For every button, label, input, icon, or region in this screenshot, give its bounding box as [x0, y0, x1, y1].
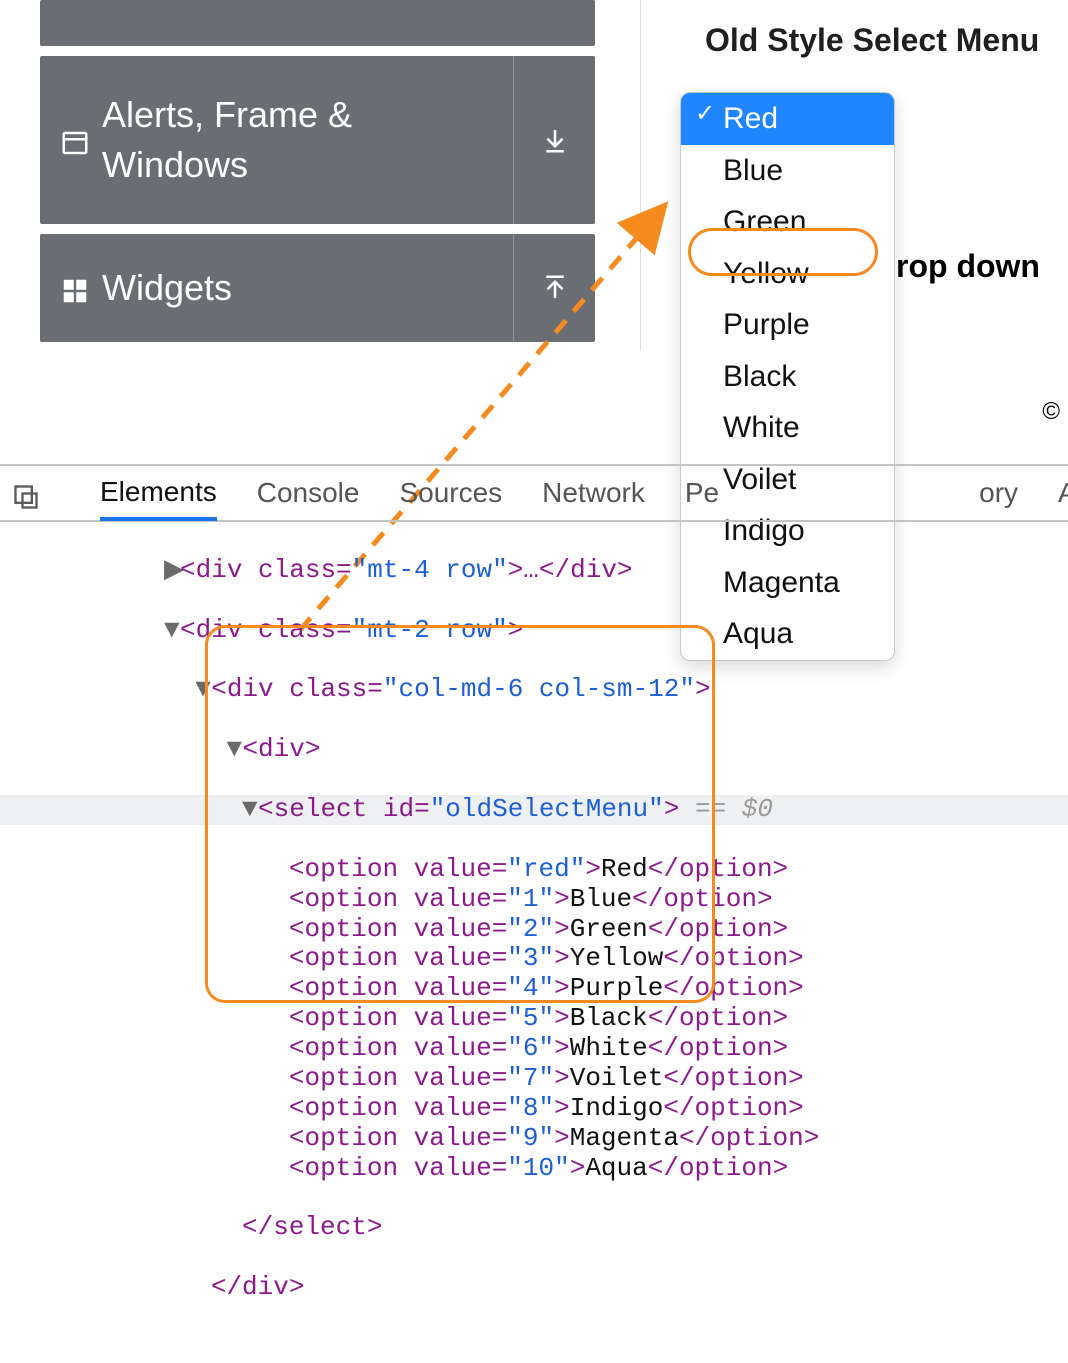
- dom-attr-value: "mt-2 row": [352, 615, 508, 645]
- dom-option-node[interactable]: <option value="red">Red</option>: [0, 855, 1068, 885]
- dom-attr-value: "col-md-6 col-sm-12": [383, 674, 695, 704]
- select-option[interactable]: Green: [681, 196, 894, 248]
- devtools-tabs: Elements Console Sources Network Pe ory …: [0, 466, 1068, 522]
- tab-application[interactable]: Applicati: [1058, 466, 1068, 520]
- tab-elements[interactable]: Elements: [100, 467, 217, 521]
- disclosure-triangle-icon[interactable]: ▼: [242, 795, 258, 825]
- tab-network[interactable]: Network: [542, 466, 645, 520]
- copyright: ©: [1042, 398, 1060, 426]
- dom-option-node[interactable]: <option value="3">Yellow</option>: [0, 944, 1068, 974]
- dom-option-node[interactable]: <option value="8">Indigo</option>: [0, 1094, 1068, 1124]
- sidebar-item-label-2: Windows: [102, 140, 352, 190]
- inspect-element-button[interactable]: [8, 479, 44, 515]
- dom-tag[interactable]: <div class=: [180, 555, 352, 585]
- sidebar-item-label: Widgets: [102, 267, 232, 309]
- dom-tag: >: [695, 674, 711, 704]
- dom-tag: >: [508, 615, 524, 645]
- disclosure-triangle-icon[interactable]: ▼: [195, 675, 211, 705]
- dom-tag[interactable]: <div class=: [180, 615, 352, 645]
- widgets-icon: [60, 273, 90, 303]
- dom-option-node[interactable]: <option value="10">Aqua</option>: [0, 1154, 1068, 1184]
- sidebar-item-alerts-frame-windows[interactable]: Alerts, Frame & Windows: [40, 56, 595, 224]
- dom-tag: >…</div>: [508, 555, 633, 585]
- select-option[interactable]: Blue: [681, 145, 894, 197]
- select-option[interactable]: Purple: [681, 299, 894, 351]
- dom-selected-marker: ==: [679, 794, 741, 824]
- disclosure-triangle-icon[interactable]: ▼: [164, 616, 180, 646]
- collapse-toggle[interactable]: [513, 234, 595, 342]
- tab-memory[interactable]: ory: [979, 466, 1018, 520]
- collapse-toggle[interactable]: [513, 56, 595, 224]
- sidebar: Alerts, Frame & Windows Widgets: [40, 0, 595, 352]
- dom-tag[interactable]: <div class=: [211, 674, 383, 704]
- tab-performance[interactable]: Pe: [685, 466, 719, 520]
- select-option[interactable]: Black: [681, 351, 894, 403]
- dom-tag[interactable]: <select id=: [258, 794, 430, 824]
- dom-attr-value: "mt-4 row": [352, 555, 508, 585]
- disclosure-triangle-icon[interactable]: ▶: [164, 556, 180, 586]
- select-option[interactable]: Red: [681, 93, 894, 145]
- partial-label: rop down: [896, 248, 1040, 285]
- dom-tag: </select>: [242, 1212, 382, 1242]
- dom-tag: >: [664, 794, 680, 824]
- tab-console[interactable]: Console: [257, 466, 360, 520]
- disclosure-triangle-icon[interactable]: ▼: [226, 735, 242, 765]
- section-heading: Old Style Select Menu: [705, 22, 1068, 59]
- window-icon: [60, 125, 90, 155]
- select-option[interactable]: Yellow: [681, 248, 894, 300]
- dom-option-node[interactable]: <option value="2">Green</option>: [0, 915, 1068, 945]
- dom-option-node[interactable]: <option value="6">White</option>: [0, 1034, 1068, 1064]
- dom-option-node[interactable]: <option value="1">Blue</option>: [0, 885, 1068, 915]
- sidebar-item-label: Alerts, Frame &: [102, 90, 352, 140]
- sidebar-item-stub[interactable]: [40, 0, 595, 46]
- dom-selected-ref: $0: [742, 794, 773, 824]
- dom-option-node[interactable]: <option value="4">Purple</option>: [0, 974, 1068, 1004]
- content-area: Old Style Select Menu: [640, 0, 1068, 59]
- tab-sources[interactable]: Sources: [399, 466, 502, 520]
- devtools-panel: Elements Console Sources Network Pe ory …: [0, 464, 1068, 1363]
- dom-tag: </div>: [211, 1272, 305, 1302]
- dom-tree[interactable]: ▶<div class="mt-4 row">…</div> ▼<div cla…: [0, 522, 1068, 1363]
- dom-option-node[interactable]: <option value="9">Magenta</option>: [0, 1124, 1068, 1154]
- dom-attr-value: "oldSelectMenu": [430, 794, 664, 824]
- select-option[interactable]: White: [681, 402, 894, 454]
- sidebar-item-widgets[interactable]: Widgets: [40, 234, 595, 342]
- dom-option-node[interactable]: <option value="7">Voilet</option>: [0, 1064, 1068, 1094]
- dom-tag[interactable]: <div>: [242, 734, 320, 764]
